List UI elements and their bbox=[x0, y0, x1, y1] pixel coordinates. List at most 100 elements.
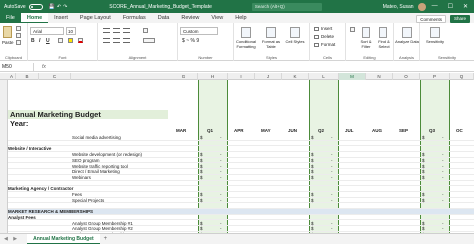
row-number[interactable] bbox=[0, 151, 8, 156]
column-header[interactable]: I bbox=[228, 73, 255, 80]
cell-styles-button[interactable]: Cell Styles bbox=[283, 39, 307, 45]
align-right-icon[interactable] bbox=[123, 38, 130, 43]
row-number[interactable] bbox=[0, 204, 8, 209]
row-number[interactable] bbox=[0, 198, 8, 203]
align-top-icon[interactable] bbox=[103, 28, 110, 33]
avatar[interactable] bbox=[417, 2, 426, 11]
row-number[interactable] bbox=[0, 174, 8, 179]
column-header[interactable]: Q bbox=[450, 73, 474, 80]
column-header[interactable]: L bbox=[309, 73, 339, 80]
tab-data[interactable]: Data bbox=[152, 13, 176, 23]
font-color-icon[interactable] bbox=[78, 38, 83, 43]
cut-icon[interactable] bbox=[16, 26, 21, 31]
tab-file[interactable]: File bbox=[0, 13, 21, 23]
align-left-icon[interactable] bbox=[103, 38, 110, 43]
merge-center-icon[interactable] bbox=[143, 38, 155, 43]
tab-insert[interactable]: Insert bbox=[48, 13, 74, 23]
year-label[interactable]: Year: bbox=[10, 119, 28, 128]
fill-color-icon[interactable] bbox=[68, 38, 73, 43]
column-header[interactable]: H bbox=[198, 73, 228, 80]
row-number[interactable] bbox=[0, 216, 8, 221]
month-header[interactable]: JUN bbox=[288, 128, 297, 134]
sheet-tab-annual-marketing-budget[interactable]: Annual Marketing Budget bbox=[27, 234, 100, 244]
paste-label[interactable]: Paste bbox=[2, 40, 14, 45]
column-header[interactable]: B bbox=[16, 73, 39, 80]
quarter-header[interactable]: Q3 bbox=[429, 128, 435, 134]
column-header-selected[interactable]: M bbox=[339, 73, 366, 80]
month-header[interactable]: JUL bbox=[345, 128, 354, 134]
sensitivity-button[interactable]: Sensitivity bbox=[423, 39, 447, 45]
row-number[interactable] bbox=[0, 98, 8, 103]
row-number[interactable] bbox=[0, 210, 8, 215]
number-format-select[interactable]: Custom bbox=[180, 27, 218, 35]
font-name-select[interactable]: Arial bbox=[30, 27, 64, 35]
row-number[interactable] bbox=[0, 169, 8, 174]
row-number[interactable] bbox=[0, 186, 8, 191]
row-number[interactable] bbox=[0, 92, 8, 97]
sort-filter-button[interactable]: Sort & Filter bbox=[356, 39, 376, 49]
row-number[interactable] bbox=[0, 192, 8, 197]
quarter-header[interactable]: Q2 bbox=[318, 128, 324, 134]
month-header[interactable]: MAY bbox=[261, 128, 271, 134]
format-as-table-button[interactable]: Format as Table bbox=[259, 39, 283, 49]
conditional-formatting-icon[interactable] bbox=[241, 27, 251, 38]
currency-format-buttons[interactable]: $ ~ % 9 bbox=[182, 38, 199, 44]
tab-home[interactable]: Home bbox=[20, 13, 49, 23]
tab-review[interactable]: Review bbox=[175, 13, 205, 23]
find-select-icon[interactable] bbox=[379, 27, 387, 38]
sheet-nav-arrows[interactable]: ◀ ▶ bbox=[4, 236, 19, 242]
row-number[interactable] bbox=[0, 222, 8, 227]
month-header[interactable]: AUG bbox=[372, 128, 382, 134]
sheet-title[interactable]: Annual Marketing Budget bbox=[10, 110, 101, 119]
worksheet-grid[interactable]: A B C G H I J K L M N O P Q Annual Marke… bbox=[0, 73, 474, 233]
sensitivity-icon[interactable] bbox=[430, 27, 440, 38]
search-input[interactable]: Search (Alt+Q) bbox=[251, 2, 322, 11]
row-number[interactable] bbox=[0, 80, 8, 85]
align-center-icon[interactable] bbox=[113, 38, 120, 43]
month-header[interactable]: APR bbox=[234, 128, 244, 134]
autosave-toggle[interactable] bbox=[28, 3, 43, 10]
underline-button[interactable]: U bbox=[46, 38, 50, 44]
cell-styles-icon[interactable] bbox=[290, 27, 300, 38]
conditional-formatting-button[interactable]: Conditional Formatting bbox=[234, 39, 258, 49]
minimize-button[interactable]: — bbox=[432, 3, 438, 10]
font-size-select[interactable]: 10 bbox=[66, 27, 76, 35]
copy-icon[interactable] bbox=[16, 33, 21, 38]
row-number[interactable] bbox=[0, 228, 8, 233]
paste-icon[interactable] bbox=[3, 26, 12, 38]
row-number[interactable] bbox=[0, 110, 8, 115]
tab-help[interactable]: Help bbox=[229, 13, 252, 23]
analyze-data-icon[interactable] bbox=[402, 27, 412, 38]
borders-icon[interactable] bbox=[58, 38, 63, 43]
share-button[interactable]: Share bbox=[449, 15, 470, 23]
month-header[interactable]: OC bbox=[456, 128, 463, 134]
column-header[interactable]: A bbox=[8, 73, 16, 80]
column-header[interactable]: G bbox=[170, 73, 198, 80]
row-number[interactable] bbox=[0, 180, 8, 185]
find-select-button[interactable]: Find & Select bbox=[374, 39, 394, 49]
user-name[interactable]: Mateo, Susan bbox=[383, 4, 414, 10]
row-number[interactable] bbox=[0, 86, 8, 91]
row-number[interactable] bbox=[0, 115, 8, 120]
tab-view[interactable]: View bbox=[205, 13, 229, 23]
delete-cells-button[interactable]: Delete bbox=[314, 34, 334, 39]
row-number[interactable] bbox=[0, 121, 8, 126]
analyze-data-button[interactable]: Analyze Data bbox=[395, 39, 419, 45]
column-header[interactable]: K bbox=[282, 73, 309, 80]
add-sheet-button[interactable]: + bbox=[104, 236, 108, 242]
row-number[interactable] bbox=[0, 139, 8, 144]
column-header[interactable]: N bbox=[366, 73, 393, 80]
row-number[interactable] bbox=[0, 163, 8, 168]
month-header[interactable]: SEP bbox=[399, 128, 408, 134]
bold-button[interactable]: B bbox=[31, 38, 35, 44]
column-header[interactable]: P bbox=[420, 73, 450, 80]
quick-access-toolbar[interactable]: 💾↶↷ bbox=[49, 4, 70, 10]
column-header[interactable]: C bbox=[39, 73, 71, 80]
quarter-header[interactable]: Q1 bbox=[207, 128, 213, 134]
column-header[interactable]: J bbox=[255, 73, 282, 80]
wrap-text-icon[interactable] bbox=[143, 28, 148, 33]
sort-filter-icon[interactable] bbox=[362, 27, 370, 38]
maximize-button[interactable]: ☐ bbox=[448, 3, 453, 10]
tab-formulas[interactable]: Formulas bbox=[117, 13, 152, 23]
format-cells-button[interactable]: Format bbox=[314, 42, 335, 47]
